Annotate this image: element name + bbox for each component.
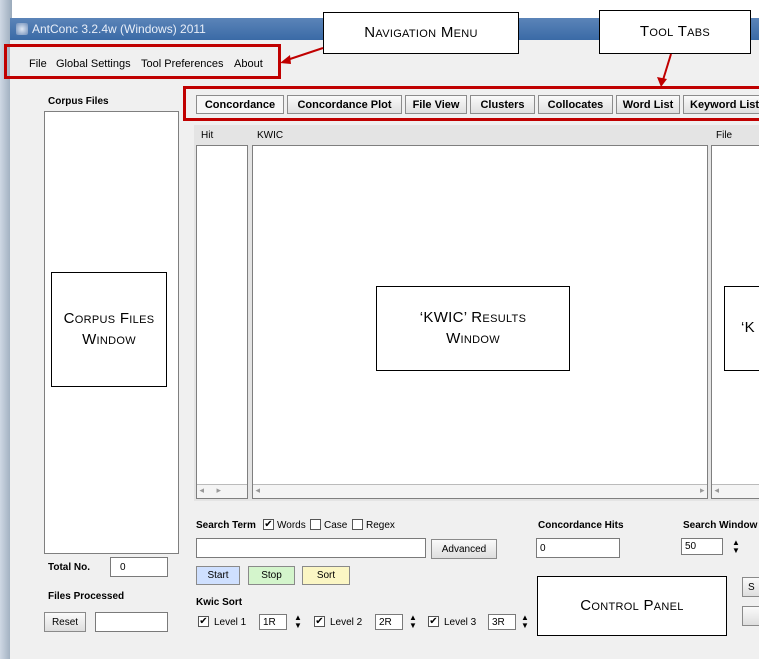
total-no-value: 0 <box>120 561 126 573</box>
level3-spinner-icon[interactable]: ▲ ▼ <box>519 614 531 630</box>
callout-kwic-text: ‘KWIC’ Results Window <box>419 309 527 347</box>
level1-value-field[interactable]: 1R <box>259 614 287 630</box>
hit-header: Hit <box>201 130 214 141</box>
concordance-hits-label: Concordance Hits <box>538 520 624 531</box>
level3-checkbox[interactable]: ✔ <box>428 616 439 627</box>
level2-value: 2R <box>379 616 392 628</box>
level2-value-field[interactable]: 2R <box>375 614 403 630</box>
level3-value-field[interactable]: 3R <box>488 614 516 630</box>
file-header: File <box>716 130 733 141</box>
search-input[interactable] <box>196 538 426 558</box>
callout-control-panel: Control Panel <box>537 576 727 636</box>
level1-checkbox[interactable]: ✔ <box>198 616 209 627</box>
start-button[interactable]: Start <box>196 566 240 585</box>
callout-file-text: ‘K <box>741 319 755 337</box>
corpus-files-label: Corpus Files <box>48 96 109 107</box>
callout-control-text: Control Panel <box>580 596 684 614</box>
stop-button[interactable]: Stop <box>248 566 295 585</box>
level1-spinner-icon[interactable]: ▲ ▼ <box>292 614 304 630</box>
file-scrollbar[interactable]: ◂ <box>712 484 759 498</box>
partial-button-top[interactable]: S <box>742 577 759 597</box>
level3-label: Level 3 <box>444 617 477 628</box>
total-no-field: 0 <box>110 557 168 577</box>
level3-value: 3R <box>492 616 505 628</box>
search-term-label: Search Term <box>196 520 256 531</box>
search-window-label: Search Window Size <box>683 520 759 531</box>
level2-checkbox[interactable]: ✔ <box>314 616 325 627</box>
callout-kwic-results-window: ‘KWIC’ Results Window <box>376 286 570 371</box>
words-checkbox[interactable]: ✔ <box>263 519 274 530</box>
partial-button-bottom[interactable] <box>742 606 759 626</box>
case-label: Case <box>324 520 348 531</box>
total-no-label: Total No. <box>48 562 91 573</box>
concordance-hits-field: 0 <box>536 538 620 558</box>
callout-corpus-files-window: Corpus Files Window <box>51 272 167 387</box>
tool-tabs-highlight <box>183 86 759 121</box>
search-window-spinner-icon[interactable]: ▲ ▼ <box>730 539 742 555</box>
words-label: Words <box>277 520 306 531</box>
search-window-value: 50 <box>685 541 697 552</box>
level1-label: Level 1 <box>214 617 247 628</box>
files-processed-field <box>95 612 168 632</box>
case-checkbox[interactable] <box>310 519 321 530</box>
hit-column[interactable] <box>196 145 248 499</box>
sort-button[interactable]: Sort <box>302 566 350 585</box>
kwic-scrollbar[interactable]: ◂ ▸ <box>253 484 707 498</box>
search-window-field[interactable]: 50 <box>681 538 723 555</box>
level2-label: Level 2 <box>330 617 363 628</box>
advanced-button[interactable]: Advanced <box>431 539 497 559</box>
files-processed-label: Files Processed <box>48 591 125 602</box>
callout-corpus-text: Corpus Files Window <box>63 310 155 348</box>
level1-value: 1R <box>263 616 276 628</box>
callout-file-window: ‘K <box>724 286 759 371</box>
kwic-header: KWIC <box>257 130 284 141</box>
level2-spinner-icon[interactable]: ▲ ▼ <box>407 614 419 630</box>
regex-label: Regex <box>366 520 395 531</box>
hit-scrollbar[interactable]: ◂ ▸ <box>197 484 247 498</box>
kwic-sort-label: Kwic Sort <box>196 597 243 608</box>
reset-button[interactable]: Reset <box>44 612 86 632</box>
concordance-hits-value: 0 <box>540 542 546 554</box>
regex-checkbox[interactable] <box>352 519 363 530</box>
